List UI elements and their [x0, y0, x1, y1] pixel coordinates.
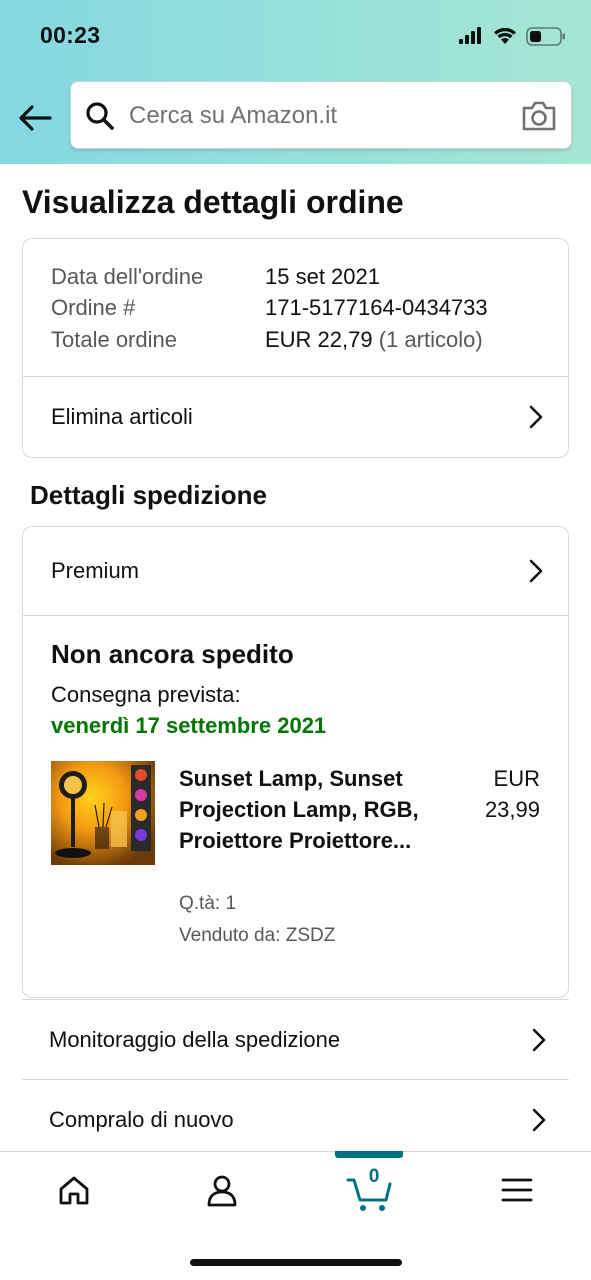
chevron-right-icon	[529, 405, 543, 429]
remove-items-label: Elimina articoli	[51, 404, 193, 429]
buy-again-row[interactable]: Compralo di nuovo	[22, 1079, 569, 1159]
search-icon	[85, 101, 115, 131]
cellular-signal-icon	[459, 27, 481, 44]
chevron-right-icon	[529, 559, 543, 583]
shipment-card: Premium Non ancora spedito Consegna prev…	[22, 526, 569, 998]
product-price: EUR 23,99	[450, 763, 540, 825]
battery-icon	[526, 27, 565, 46]
camera-icon[interactable]	[521, 99, 557, 133]
account-icon[interactable]	[202, 1170, 242, 1210]
price-currency: EUR	[493, 766, 540, 791]
header: 00:23	[0, 0, 591, 164]
remove-items-row[interactable]: Elimina articoli	[23, 377, 568, 457]
status-time: 00:23	[40, 22, 101, 48]
back-arrow-icon[interactable]	[16, 98, 56, 138]
order-item-count: (1 articolo)	[378, 327, 483, 352]
expected-delivery-date: venerdì 17 settembre 2021	[51, 713, 327, 738]
divider	[23, 615, 568, 616]
home-indicator	[190, 1259, 402, 1266]
wifi-icon	[494, 27, 516, 44]
order-total-label: Totale ordine	[51, 327, 177, 352]
shipment-status: Non ancora spedito	[51, 639, 294, 669]
price-value: 23,99	[484, 797, 540, 822]
shipping-plan-label: Premium	[51, 558, 140, 583]
page-title: Visualizza dettagli ordine	[22, 184, 404, 220]
home-icon[interactable]	[54, 1170, 94, 1210]
product-quantity: Q.tà: 1	[179, 893, 237, 914]
search-bar[interactable]	[70, 81, 572, 149]
track-shipment-label: Monitoraggio della spedizione	[49, 1026, 341, 1052]
menu-icon[interactable]	[497, 1170, 537, 1210]
cart-count-badge: 0	[368, 1166, 380, 1187]
order-total-value: EUR 22,79 (1 articolo)	[265, 327, 483, 353]
order-number-label: Ordine #	[51, 295, 136, 320]
order-date-label: Data dell'ordine	[51, 264, 204, 289]
shipping-plan-row[interactable]: Premium	[23, 529, 568, 613]
product-image[interactable]	[51, 761, 155, 865]
chevron-right-icon	[532, 1108, 546, 1131]
expected-delivery-label: Consegna prevista:	[51, 682, 241, 707]
shipping-section-title: Dettagli spedizione	[30, 480, 267, 510]
buy-again-label: Compralo di nuovo	[49, 1106, 234, 1132]
search-input[interactable]	[129, 96, 509, 136]
status-icons	[459, 24, 569, 48]
order-summary-card: Data dell'ordine 15 set 2021 Ordine # 17…	[22, 238, 569, 458]
active-tab-indicator	[335, 1151, 403, 1158]
order-number-value: 171-5177164-0434733	[265, 295, 488, 320]
track-shipment-row[interactable]: Monitoraggio della spedizione	[22, 999, 569, 1079]
order-date-value: 15 set 2021	[265, 264, 380, 289]
order-total-amount: EUR 22,79	[265, 327, 373, 352]
product-seller: Venduto da: ZSDZ	[179, 925, 336, 946]
chevron-right-icon	[532, 1028, 546, 1051]
product-title[interactable]: Sunset Lamp, Sunset Projection Lamp, RGB…	[179, 763, 439, 856]
